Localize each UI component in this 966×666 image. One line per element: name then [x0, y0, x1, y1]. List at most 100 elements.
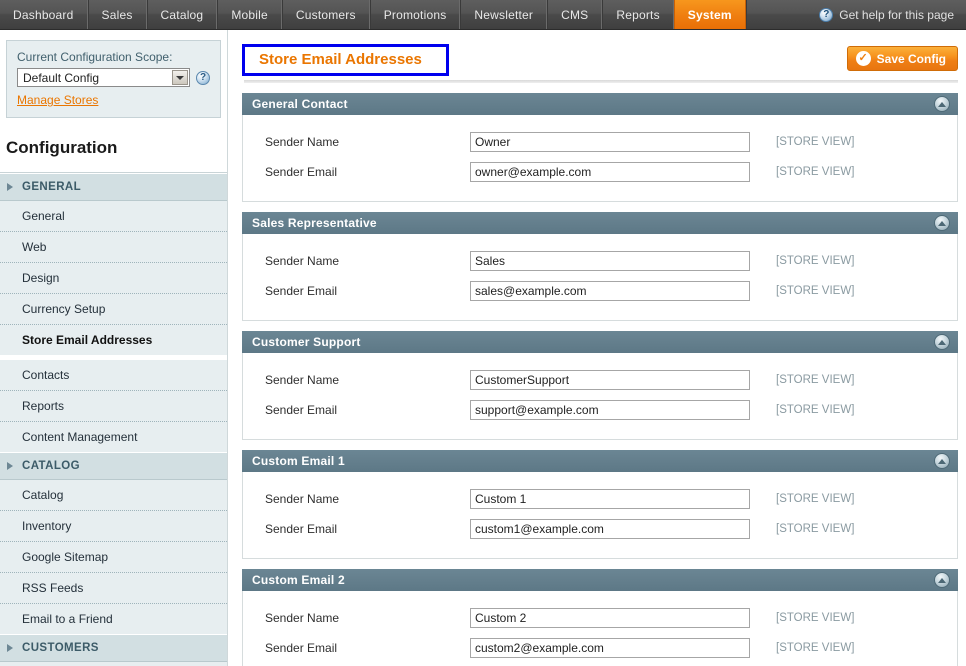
header-divider [244, 80, 958, 83]
sidebar-item-catalog[interactable]: Catalog [0, 480, 227, 511]
check-circle-icon: ✓ [856, 51, 871, 66]
sidebar-item-general[interactable]: General [0, 201, 227, 232]
nav-item-system[interactable]: System [674, 0, 746, 29]
main-navigation-bar: DashboardSalesCatalogMobileCustomersProm… [0, 0, 966, 30]
configuration-scope-panel: Current Configuration Scope: Default Con… [6, 40, 221, 118]
field-input-sender-name[interactable] [470, 608, 750, 628]
field-scope-tag: [STORE VIEW] [776, 136, 854, 148]
sidebar-item-google-sitemap[interactable]: Google Sitemap [0, 542, 227, 573]
chevron-down-icon[interactable] [172, 70, 188, 85]
nav-item-newsletter[interactable]: Newsletter [460, 0, 547, 29]
triangle-up-icon[interactable] [934, 215, 950, 231]
save-config-label: Save Config [877, 52, 946, 66]
sidebar-item-currency-setup[interactable]: Currency Setup [0, 294, 227, 325]
configuration-sidebar: Current Configuration Scope: Default Con… [0, 30, 228, 666]
question-circle-icon: ? [819, 8, 833, 22]
section-body: Sender Name [STORE VIEW] Sender Email[STOR… [242, 472, 958, 559]
field-label: Sender Name [265, 135, 470, 149]
section-header-custom-email-2[interactable]: Custom Email 2 [242, 569, 958, 591]
manage-stores-link[interactable]: Manage Stores [17, 93, 98, 107]
section-body: Sender Name [STORE VIEW] Sender Email [STOR… [242, 234, 958, 321]
config-sections-container: General ContactSender Name[STORE VIEW]Se… [242, 93, 958, 666]
field-input-sender-email[interactable] [470, 281, 750, 301]
section-header-sales-representative[interactable]: Sales Representative [242, 212, 958, 234]
sidebar-item-web[interactable]: Web [0, 232, 227, 263]
field-input-sender-name[interactable] [470, 251, 750, 271]
nav-item-customers[interactable]: Customers [282, 0, 370, 29]
field-label: Sender Name [265, 254, 470, 268]
scope-select-value: Default Config [23, 71, 99, 85]
sidebar-group-label: CATALOG [22, 460, 80, 472]
field-label: Sender Email [265, 522, 470, 536]
triangle-right-icon [7, 644, 13, 652]
triangle-right-icon [7, 183, 13, 191]
sidebar-item-reports[interactable]: Reports [0, 391, 227, 422]
nav-item-reports[interactable]: Reports [602, 0, 673, 29]
sidebar-item-email-to-a-friend[interactable]: Email to a Friend [0, 604, 227, 634]
field-scope-tag: [STORE VIEW] [776, 612, 854, 624]
triangle-up-icon[interactable] [934, 96, 950, 112]
content-area: Store Email Addresses ✓ Save Config Gene… [228, 30, 966, 666]
section-title: Customer Support [252, 335, 361, 349]
section-header-custom-email-1[interactable]: Custom Email 1 [242, 450, 958, 472]
field-scope-tag: [STORE VIEW] [776, 166, 854, 178]
sidebar-item-rss-feeds[interactable]: RSS Feeds [0, 573, 227, 604]
scope-select[interactable]: Default Config [17, 68, 190, 87]
field-scope-tag: [STORE VIEW] [776, 285, 854, 297]
sidebar-item-newsletter[interactable]: Newsletter [0, 662, 227, 666]
field-row: Sender Email[STORE VIEW] [243, 514, 957, 544]
config-section: Sales Representative Sender Name [STORE VI… [242, 212, 958, 321]
nav-item-catalog[interactable]: Catalog [147, 0, 218, 29]
field-input-sender-email[interactable] [470, 162, 750, 182]
nav-item-dashboard[interactable]: Dashboard [0, 0, 88, 29]
sidebar-item-inventory[interactable]: Inventory [0, 511, 227, 542]
section-title: Custom Email 2 [252, 573, 345, 587]
sidebar-item-design[interactable]: Design [0, 263, 227, 294]
config-section: Custom Email 2 Sender Name[STORE VIEW] Sen… [242, 569, 958, 666]
sidebar-group-label: CUSTOMERS [22, 642, 99, 654]
field-label: Sender Email [265, 284, 470, 298]
sidebar-group-customers[interactable]: CUSTOMERS [0, 634, 227, 662]
field-label: Sender Email [265, 403, 470, 417]
config-section: Customer SupportSender Name[STORE VIEW]S… [242, 331, 958, 440]
nav-item-sales[interactable]: Sales [88, 0, 147, 29]
field-input-sender-name[interactable] [470, 132, 750, 152]
nav-item-cms[interactable]: CMS [547, 0, 602, 29]
get-help-label: Get help for this page [839, 8, 954, 22]
sidebar-group-general[interactable]: GENERAL [0, 173, 227, 201]
field-input-sender-name[interactable] [470, 489, 750, 509]
field-label: Sender Name [265, 492, 470, 506]
section-header-general-contact[interactable]: General Contact [242, 93, 958, 115]
field-input-sender-name[interactable] [470, 370, 750, 390]
nav-item-promotions[interactable]: Promotions [370, 0, 461, 29]
field-scope-tag: [STORE VIEW] [776, 493, 854, 505]
triangle-up-icon[interactable] [934, 334, 950, 350]
field-row: Sender Email[STORE VIEW] [243, 157, 957, 187]
field-scope-tag: [STORE VIEW] [776, 404, 854, 416]
page-title-highlight: Store Email Addresses [242, 44, 449, 76]
sidebar-item-content-management[interactable]: Content Management [0, 422, 227, 452]
field-scope-tag: [STORE VIEW] [776, 255, 854, 267]
field-input-sender-email[interactable] [470, 519, 750, 539]
triangle-up-icon[interactable] [934, 453, 950, 469]
sidebar-item-contacts[interactable]: Contacts [0, 360, 227, 391]
field-input-sender-email[interactable] [470, 638, 750, 658]
sidebar-group-catalog[interactable]: CATALOG [0, 452, 227, 480]
save-config-button[interactable]: ✓ Save Config [847, 46, 958, 71]
section-header-customer-support[interactable]: Customer Support [242, 331, 958, 353]
sidebar-group-label: GENERAL [22, 181, 81, 193]
field-row: Sender Name[STORE VIEW] [243, 365, 957, 395]
field-scope-tag: [STORE VIEW] [776, 374, 854, 386]
get-help-link[interactable]: ? Get help for this page [819, 0, 966, 29]
triangle-up-icon[interactable] [934, 572, 950, 588]
section-title: Sales Representative [252, 216, 377, 230]
section-body: Sender Name[STORE VIEW] Sender Email [STOR… [242, 353, 958, 440]
field-label: Sender Email [265, 641, 470, 655]
scope-row: Default Config ? [17, 68, 210, 87]
sidebar-group-items: CatalogInventoryGoogle SitemapRSS FeedsE… [0, 480, 227, 634]
sidebar-item-store-email-addresses[interactable]: Store Email Addresses [0, 325, 227, 355]
field-input-sender-email[interactable] [470, 400, 750, 420]
nav-item-mobile[interactable]: Mobile [217, 0, 282, 29]
scope-help-icon[interactable]: ? [196, 71, 210, 85]
field-row: Sender Name[STORE VIEW] [243, 603, 957, 633]
